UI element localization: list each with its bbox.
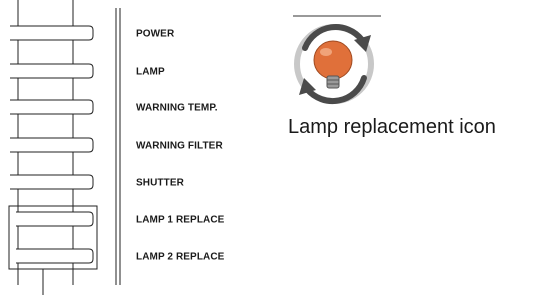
indicator-label-warning-filter: WARNING FILTER	[136, 140, 223, 152]
indicator-shapes	[10, 25, 94, 264]
indicator-panel-diagram	[8, 0, 381, 295]
indicator-label-power: POWER	[136, 28, 175, 40]
indicator-warning-filter-shape	[10, 137, 94, 153]
indicator-label-lamp: LAMP	[136, 66, 165, 78]
indicator-power-shape	[10, 25, 94, 41]
indicator-shutter-shape	[10, 174, 94, 190]
indicator-label-shutter: SHUTTER	[136, 177, 184, 189]
indicator-warning-temp-shape	[10, 99, 94, 115]
indicator-label-lamp1-replace: LAMP 1 REPLACE	[136, 214, 225, 226]
bulb-base-icon	[326, 75, 340, 89]
bulb-highlight-icon	[320, 48, 332, 56]
indicator-lamp1-replace-shape	[16, 211, 94, 227]
lamp-replacement-icon	[293, 15, 381, 105]
indicator-lamp-shape	[10, 63, 94, 79]
bulb-glass-icon	[313, 40, 353, 80]
indicator-label-lamp2-replace: LAMP 2 REPLACE	[136, 251, 225, 263]
indicator-lamp2-replace-shape	[16, 248, 94, 264]
indicator-label-warning-temp: WARNING TEMP.	[136, 102, 218, 114]
icon-caption: Lamp replacement icon	[288, 116, 496, 138]
